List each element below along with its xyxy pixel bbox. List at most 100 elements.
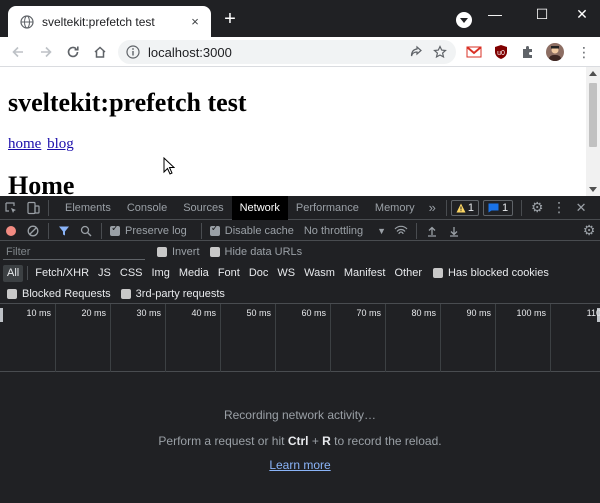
hide-data-urls-checkbox[interactable]: Hide data URLs <box>209 246 302 258</box>
timeline-tick-label: 100 ms <box>516 308 546 318</box>
tab-network[interactable]: Network <box>231 195 288 220</box>
perform-suffix: to record the reload. <box>330 434 442 448</box>
device-toolbar-icon[interactable] <box>22 196 44 220</box>
checkbox-box <box>209 223 220 236</box>
timeline-gridline <box>330 304 331 372</box>
network-timeline-overview[interactable]: 10 ms 20 ms 30 ms 40 ms 50 ms 60 ms 70 ms 80 ms… <box>0 304 600 372</box>
type-filter-font[interactable]: Font <box>214 265 244 282</box>
timeline-gridline <box>55 304 56 372</box>
throttling-select[interactable]: No throttling ▼ <box>304 225 386 237</box>
preserve-log-checkbox[interactable]: Preserve log <box>110 223 187 237</box>
browser-menu-icon[interactable]: ⋮ <box>576 44 592 60</box>
disable-cache-checkbox[interactable]: Disable cache <box>209 223 294 237</box>
messages-badge[interactable]: 1 <box>483 199 514 216</box>
forward-icon[interactable] <box>36 42 56 62</box>
import-har-icon[interactable] <box>421 219 443 243</box>
site-info-icon[interactable] <box>126 45 140 59</box>
timeline-tick-label: 20 ms <box>81 308 106 318</box>
type-filter-css[interactable]: CSS <box>116 265 147 282</box>
timeline-left-handle[interactable] <box>0 308 3 322</box>
divider <box>48 222 49 239</box>
blocked-requests-label: Blocked Requests <box>22 287 111 300</box>
timeline-gridline <box>385 304 386 372</box>
checkbox-box <box>432 268 443 278</box>
r-key: R <box>322 434 331 448</box>
record-icon[interactable] <box>0 219 22 243</box>
throttling-value: No throttling <box>303 224 364 237</box>
third-party-requests-checkbox[interactable]: 3rd-party requests <box>120 288 225 300</box>
timeline-tick-label: 90 ms <box>466 308 491 318</box>
devtools-menu-icon[interactable]: ⋮ <box>548 196 570 220</box>
timeline-gridline <box>275 304 276 372</box>
tab-close-icon[interactable]: × <box>187 14 203 30</box>
devtools-panel: Elements Console Sources Network Perform… <box>0 195 600 503</box>
divider <box>200 222 202 239</box>
timeline-tick-label: 80 ms <box>411 308 436 318</box>
type-filter-other[interactable]: Other <box>390 265 426 282</box>
reload-icon[interactable] <box>63 42 83 62</box>
timeline-tick-label: 40 ms <box>191 308 216 318</box>
tab-elements[interactable]: Elements <box>53 196 119 220</box>
scroll-down-arrow-icon[interactable] <box>589 187 597 192</box>
tab-sources[interactable]: Sources <box>175 196 231 220</box>
type-filter-js[interactable]: JS <box>94 265 115 282</box>
filter-funnel-icon[interactable] <box>53 219 75 243</box>
new-tab-button[interactable]: + <box>220 9 240 29</box>
bookmark-star-icon[interactable] <box>432 44 448 60</box>
address-bar[interactable]: localhost:3000 <box>118 40 456 64</box>
type-filter-fetch-xhr[interactable]: Fetch/XHR <box>31 265 93 282</box>
extensions-puzzle-icon[interactable] <box>520 44 536 60</box>
tab-search-icon[interactable] <box>456 12 472 28</box>
page-nav: home blog <box>8 136 592 153</box>
type-filter-all[interactable]: All <box>3 264 24 282</box>
home-icon[interactable] <box>90 42 110 62</box>
tab-performance[interactable]: Performance <box>288 196 367 220</box>
type-filter-media[interactable]: Media <box>175 265 213 282</box>
perform-prefix: Perform a request or hit <box>158 434 288 448</box>
type-filter-img[interactable]: Img <box>148 265 174 282</box>
browser-tab[interactable]: sveltekit:prefetch test × <box>8 6 211 37</box>
clear-icon[interactable] <box>22 219 44 243</box>
inspect-element-icon[interactable] <box>0 196 22 220</box>
share-icon[interactable] <box>408 44 424 60</box>
network-settings-gear-icon[interactable]: ⚙ <box>578 219 600 243</box>
invert-checkbox[interactable]: Invert <box>157 246 200 258</box>
minimize-button[interactable]: — <box>485 4 505 24</box>
scroll-up-arrow-icon[interactable] <box>589 71 597 76</box>
tab-memory[interactable]: Memory <box>367 196 423 220</box>
network-conditions-icon[interactable] <box>390 219 412 243</box>
scrollbar-thumb[interactable] <box>589 83 597 147</box>
learn-more-link[interactable]: Learn more <box>269 458 330 472</box>
back-icon[interactable] <box>8 42 28 62</box>
type-filter-wasm[interactable]: Wasm <box>300 265 339 282</box>
gmail-icon[interactable] <box>466 44 482 60</box>
type-filter-manifest[interactable]: Manifest <box>340 265 390 282</box>
settings-gear-icon[interactable]: ⚙ <box>526 196 548 220</box>
tab-console[interactable]: Console <box>119 196 175 220</box>
type-filter-doc[interactable]: Doc <box>245 265 273 282</box>
page-scrollbar[interactable] <box>586 67 600 196</box>
has-blocked-cookies-checkbox[interactable]: Has blocked cookies <box>432 267 549 279</box>
divider <box>521 199 523 216</box>
nav-link-home[interactable]: home <box>8 136 41 152</box>
warnings-badge[interactable]: 1 <box>450 199 479 216</box>
profile-avatar[interactable] <box>546 43 564 61</box>
checkbox-box <box>209 247 220 257</box>
export-har-icon[interactable] <box>443 219 465 243</box>
maximize-button[interactable]: ☐ <box>532 4 552 24</box>
more-tabs-icon[interactable]: » <box>423 196 442 220</box>
type-filter-ws[interactable]: WS <box>273 265 299 282</box>
timeline-tick-label: 70 ms <box>356 308 381 318</box>
close-window-button[interactable]: ✕ <box>572 4 592 24</box>
ublock-origin-icon[interactable]: u0 <box>493 44 509 60</box>
blocked-requests-checkbox[interactable]: Blocked Requests <box>7 288 111 300</box>
nav-link-blog[interactable]: blog <box>47 136 74 152</box>
dropdown-caret-icon: ▼ <box>377 225 387 236</box>
filter-input[interactable]: Filter <box>3 244 145 260</box>
search-icon[interactable] <box>75 219 97 243</box>
checkbox-box <box>120 288 131 299</box>
resource-type-filters: All Fetch/XHR JS CSS Img Media Font Doc … <box>0 263 600 283</box>
close-devtools-icon[interactable]: ✕ <box>570 196 592 220</box>
disable-cache-label: Disable cache <box>224 224 294 237</box>
browser-titlebar: sveltekit:prefetch test × + — ☐ ✕ <box>0 0 600 37</box>
